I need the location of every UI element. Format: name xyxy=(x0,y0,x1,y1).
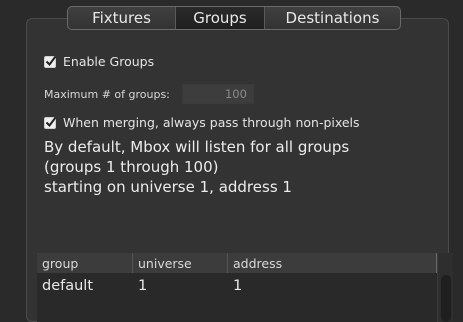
tab-fixtures[interactable]: Fixtures xyxy=(68,7,175,29)
enable-groups-checkbox[interactable] xyxy=(44,55,57,68)
tab-destinations[interactable]: Destinations xyxy=(265,7,400,29)
merge-option-checkbox[interactable] xyxy=(44,116,57,129)
max-groups-label: Maximum # of groups: xyxy=(44,87,170,101)
max-groups-input[interactable]: 100 xyxy=(181,84,254,104)
table-row[interactable]: default 1 1 xyxy=(37,275,437,296)
checkmark-icon xyxy=(45,55,57,66)
table-scrollbar[interactable] xyxy=(437,253,453,322)
scrollbar-thumb[interactable] xyxy=(441,275,451,322)
column-header-address[interactable]: address xyxy=(228,253,437,273)
cell-universe: 1 xyxy=(138,277,148,294)
enable-groups-row[interactable]: Enable Groups xyxy=(44,54,154,69)
merge-option-row[interactable]: When merging, always pass through non-pi… xyxy=(44,115,360,130)
groups-window: Fixtures Groups Destinations Enable Grou… xyxy=(0,0,463,322)
enable-groups-label: Enable Groups xyxy=(63,54,155,69)
max-groups-row: Maximum # of groups: 100 xyxy=(44,84,254,104)
cell-group: default xyxy=(42,277,94,294)
column-header-group[interactable]: group xyxy=(37,253,133,273)
groups-table: group universe address default 1 1 xyxy=(37,253,453,322)
table-header: group universe address xyxy=(37,253,437,274)
tab-bar: Fixtures Groups Destinations xyxy=(67,6,401,30)
tab-groups[interactable]: Groups xyxy=(175,7,265,29)
column-header-universe[interactable]: universe xyxy=(133,253,228,273)
merge-option-label: When merging, always pass through non-pi… xyxy=(63,115,360,130)
listen-info-text: By default, Mbox will listen for all gro… xyxy=(44,138,350,196)
cell-address: 1 xyxy=(233,277,243,294)
checkmark-icon xyxy=(45,116,57,127)
